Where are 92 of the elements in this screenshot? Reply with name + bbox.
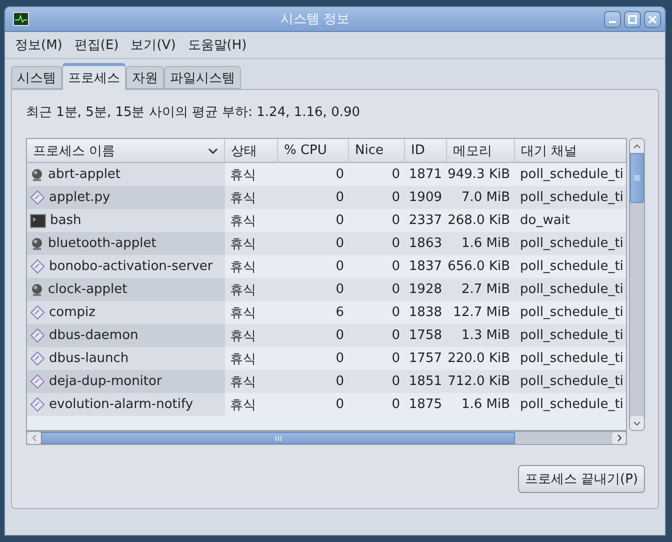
table-cell: 712.0 KiB	[447, 370, 515, 393]
close-button[interactable]	[644, 10, 661, 28]
process-name: bonobo-activation-server	[49, 259, 213, 274]
close-icon	[648, 14, 657, 24]
diamond-icon	[30, 374, 45, 389]
table-cell: 1758	[405, 324, 447, 347]
tab[interactable]: 파일시스템	[164, 66, 241, 89]
scroll-right-button[interactable]	[612, 432, 626, 444]
end-process-button[interactable]: 프로세스 끝내기(P)	[518, 465, 645, 493]
chevron-up-icon	[633, 144, 641, 148]
table-cell: 0	[349, 278, 405, 301]
vertical-scrollbar[interactable]	[629, 138, 645, 431]
chevron-down-icon	[633, 420, 641, 426]
column-header[interactable]: 대기 채널	[515, 139, 626, 163]
table-cell: 0	[278, 324, 349, 347]
process-name: compiz	[49, 305, 96, 320]
scroll-thumb[interactable]	[630, 153, 644, 203]
process-name: dbus-launch	[49, 351, 129, 366]
table-cell: 휴식	[225, 232, 278, 255]
table-cell: 1.3 MiB	[447, 324, 515, 347]
horizontal-scrollbar[interactable]	[26, 431, 627, 445]
table-cell: 1863	[405, 232, 447, 255]
table-cell: 0	[278, 186, 349, 209]
scroll-left-button[interactable]	[27, 432, 41, 444]
table-cell: 1.6 MiB	[447, 232, 515, 255]
diamond-icon	[30, 351, 45, 366]
table-cell: 휴식	[225, 370, 278, 393]
column-header[interactable]: ID	[405, 139, 447, 163]
terminal-icon	[30, 214, 46, 228]
table-cell: poll_schedule_ti	[515, 186, 626, 209]
table-cell: 1851	[405, 370, 447, 393]
column-header[interactable]: 메모리	[447, 139, 515, 163]
table-cell: 0	[349, 370, 405, 393]
process-name: dbus-daemon	[49, 328, 138, 343]
table-cell: 1928	[405, 278, 447, 301]
table-cell: 0	[278, 232, 349, 255]
table-cell: 0	[349, 186, 405, 209]
table-cell: poll_schedule_ti	[515, 324, 626, 347]
table-cell: 1909	[405, 186, 447, 209]
sort-caret-icon	[208, 148, 218, 154]
ball-icon	[30, 236, 44, 250]
grip-icon	[634, 175, 640, 181]
grip-icon	[274, 436, 282, 440]
column-header[interactable]: Nice	[349, 139, 405, 163]
process-name: evolution-alarm-notify	[49, 397, 194, 412]
menu-item[interactable]: 보기(V)	[124, 36, 182, 54]
table-cell: 0	[278, 278, 349, 301]
minimize-button[interactable]	[604, 10, 621, 28]
diamond-icon	[30, 190, 45, 205]
menu-item[interactable]: 편집(E)	[68, 36, 125, 54]
process-name: deja-dup-monitor	[49, 374, 162, 389]
monitor-icon	[13, 12, 29, 26]
table-cell: poll_schedule_ti	[515, 278, 626, 301]
tab[interactable]: 프로세스	[62, 63, 126, 90]
table-cell: poll_schedule_ti	[515, 370, 626, 393]
table-cell: 휴식	[225, 186, 278, 209]
scroll-down-button[interactable]	[630, 416, 644, 430]
ball-icon	[30, 168, 44, 182]
diamond-icon	[30, 305, 45, 320]
table-cell: poll_schedule_ti	[515, 232, 626, 255]
ball-icon	[30, 282, 44, 296]
table-cell: 휴식	[225, 324, 278, 347]
column-header[interactable]: 프로세스 이름	[27, 139, 225, 163]
table-cell: 휴식	[225, 278, 278, 301]
process-name: bash	[50, 213, 82, 228]
diamond-icon	[30, 259, 45, 274]
menu-item[interactable]: 도움말(H)	[182, 36, 253, 54]
chevron-left-icon	[32, 434, 36, 442]
diamond-icon	[30, 397, 45, 412]
table-cell: 0	[278, 370, 349, 393]
table-cell: 2.7 MiB	[447, 278, 515, 301]
process-name: clock-applet	[48, 282, 128, 297]
table-cell: 7.0 MiB	[447, 186, 515, 209]
load-average-text: 최근 1분, 5분, 15분 사이의 평균 부하: 1.24, 1.16, 0.90	[26, 104, 362, 121]
scroll-up-button[interactable]	[630, 139, 644, 153]
process-name: abrt-applet	[48, 167, 121, 182]
column-header[interactable]: 상태	[225, 139, 278, 163]
column-header[interactable]: % CPU	[278, 139, 349, 163]
table-cell: 0	[349, 232, 405, 255]
maximize-icon	[628, 14, 637, 24]
tab[interactable]: 시스템	[11, 66, 62, 89]
maximize-button[interactable]	[624, 10, 641, 28]
diamond-icon	[30, 328, 45, 343]
process-name: bluetooth-applet	[48, 236, 156, 251]
menu-item[interactable]: 정보(M)	[9, 36, 68, 54]
window-title: 시스템 정보	[279, 11, 351, 28]
tab[interactable]: 자원	[126, 66, 164, 89]
scroll-thumb[interactable]	[41, 432, 515, 444]
chevron-right-icon	[616, 434, 622, 442]
minimize-icon	[609, 21, 616, 23]
table-cell: 0	[349, 324, 405, 347]
process-name: applet.py	[49, 190, 110, 205]
